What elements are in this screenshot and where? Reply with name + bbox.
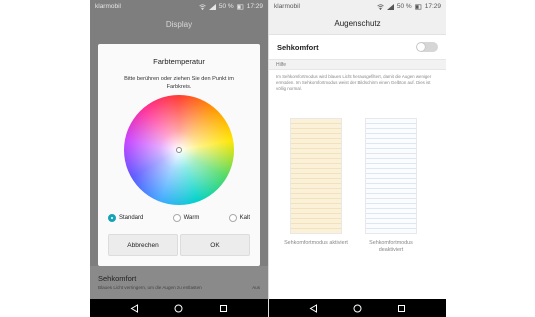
battery-percent: 50 %: [218, 3, 234, 10]
screen-title: Augenschutz: [269, 13, 446, 35]
stage: klarmobil 50 % 17:29 Display Sehkomfort …: [0, 0, 535, 317]
recents-icon[interactable]: [218, 302, 230, 314]
home-icon[interactable]: [173, 302, 185, 314]
recents-icon[interactable]: [396, 302, 408, 314]
help-text: Im Sehkomfortmodus wird blaues Licht her…: [276, 74, 432, 91]
status-right: 50 % 17:29: [199, 3, 263, 10]
carrier-label: klarmobil: [95, 3, 122, 10]
left-phone-screen: klarmobil 50 % 17:29 Display Sehkomfort …: [90, 0, 268, 317]
status-bar: klarmobil 50 % 17:29: [90, 0, 268, 13]
background-item-title: Sehkomfort: [98, 274, 137, 283]
temperature-options: Standard Warm Kalt: [108, 214, 250, 222]
status-right: 50 % 17:29: [377, 3, 441, 10]
navigation-bar: [269, 299, 446, 317]
option-label: Warm: [183, 215, 200, 221]
background-item-value: Aus: [252, 285, 260, 290]
battery-percent: 50 %: [396, 3, 412, 10]
preview-disabled-image: [365, 118, 417, 234]
preview-enabled-image: [290, 118, 342, 234]
background-item-subtitle-row: Blaues Licht verringern, um die Augen zu…: [98, 285, 260, 290]
battery-icon: [236, 4, 244, 10]
signal-icon: [208, 3, 216, 10]
background-sehkomfort-item[interactable]: Sehkomfort Blaues Licht verringern, um d…: [90, 272, 268, 292]
color-temperature-dialog: Farbtemperatur Bitte berühren oder ziehe…: [98, 44, 260, 266]
sehkomfort-label: Sehkomfort: [277, 42, 319, 52]
help-section-header: Hilfe: [269, 59, 446, 70]
sehkomfort-toggle[interactable]: [416, 42, 438, 52]
back-icon[interactable]: [128, 302, 140, 314]
cancel-button[interactable]: Abbrechen: [108, 234, 178, 256]
option-label: Kalt: [239, 215, 250, 221]
dialog-instruction: Bitte berühren oder ziehen Sie den Punkt…: [124, 76, 234, 90]
option-warm[interactable]: Warm: [172, 214, 200, 222]
radio-unchecked-icon: [228, 214, 237, 222]
radio-checked-icon: [108, 214, 116, 222]
back-icon[interactable]: [307, 302, 319, 314]
wifi-icon: [199, 3, 206, 10]
option-label: Standard: [119, 215, 144, 221]
color-wheel-handle-icon[interactable]: [176, 147, 182, 153]
screen-title: Display: [165, 19, 193, 29]
dialog-title: Farbtemperatur: [153, 57, 205, 66]
clock: 17:29: [424, 3, 441, 10]
option-standard[interactable]: Standard: [108, 214, 143, 222]
preview-enabled-caption: Sehkomfortmodus aktiviert: [284, 240, 348, 246]
right-phone-screen: klarmobil 50 % 17:29 Augenschutz Sehkomf…: [268, 0, 446, 317]
navigation-bar: [90, 299, 268, 317]
battery-icon: [414, 4, 422, 10]
background-item-subtitle: Blaues Licht verringern, um die Augen zu…: [98, 285, 202, 290]
home-icon[interactable]: [351, 302, 363, 314]
sehkomfort-row[interactable]: Sehkomfort: [269, 35, 446, 59]
clock: 17:29: [246, 3, 263, 10]
ok-button[interactable]: OK: [180, 234, 250, 256]
color-wheel[interactable]: [124, 95, 234, 205]
preview-disabled-caption: Sehkomfortmodus deaktiviert: [369, 240, 413, 254]
radio-unchecked-icon: [172, 214, 181, 222]
signal-icon: [386, 3, 394, 10]
status-bar: klarmobil 50 % 17:29: [269, 0, 446, 13]
carrier-label: klarmobil: [274, 3, 301, 10]
wifi-icon: [377, 3, 384, 10]
option-kalt[interactable]: Kalt: [228, 214, 250, 222]
